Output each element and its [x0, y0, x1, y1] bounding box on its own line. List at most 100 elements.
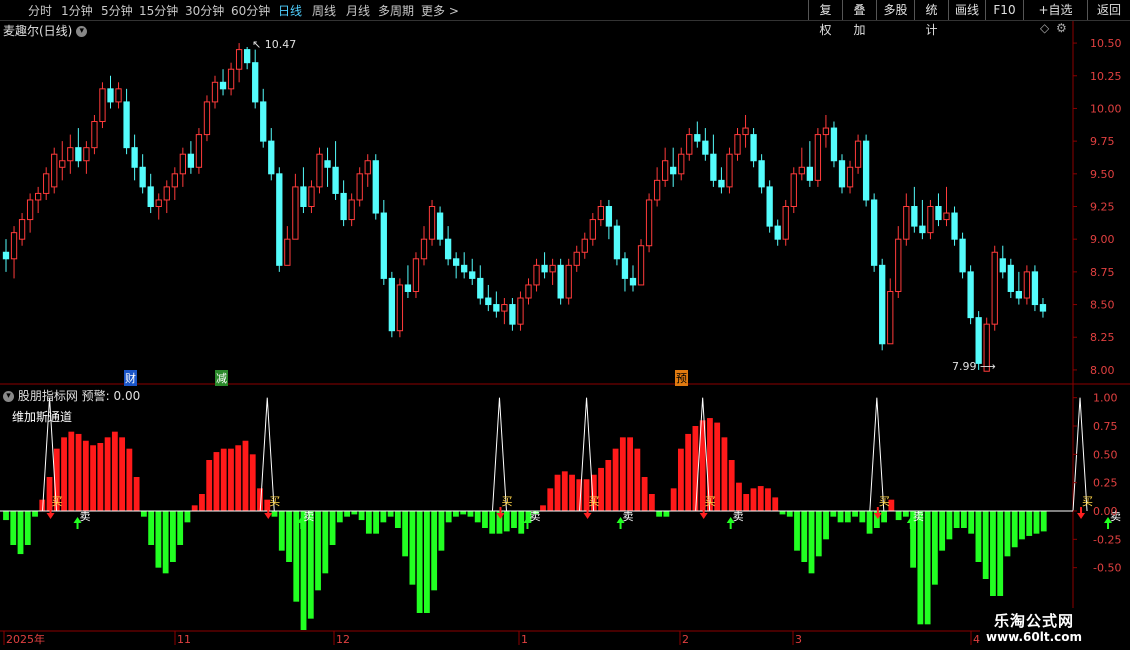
- toolbar-button-4[interactable]: 画线: [948, 0, 985, 20]
- histogram-bar: [685, 433, 692, 511]
- time-tick-label: 2025年: [6, 632, 45, 646]
- period-tab-10[interactable]: 更多 >: [421, 2, 459, 19]
- candle-body: [1039, 304, 1047, 312]
- period-tab-9[interactable]: 多周期: [378, 2, 414, 19]
- spike-line: [491, 397, 507, 512]
- period-tab-3[interactable]: 15分钟: [139, 2, 178, 19]
- histogram-bar: [852, 511, 858, 517]
- candle-body: [686, 134, 693, 155]
- histogram-bar: [612, 448, 619, 511]
- histogram-bar: [351, 511, 358, 515]
- time-tick-label: 2: [682, 633, 689, 646]
- histogram-bar: [736, 482, 742, 511]
- histogram-bar: [968, 511, 975, 534]
- candle-body: [67, 147, 74, 162]
- event-marker-reduce[interactable]: 减: [215, 370, 228, 386]
- toolbar-button-2[interactable]: 多股: [876, 0, 914, 20]
- candle-body: [862, 140, 870, 201]
- histogram-bar: [409, 511, 416, 585]
- candle-body: [734, 134, 741, 155]
- indicator-name[interactable]: 股朋指标网: [18, 389, 78, 403]
- candle-body: [798, 166, 805, 175]
- buy-label: 买: [589, 495, 600, 508]
- period-tab-8[interactable]: 月线: [346, 2, 370, 19]
- watermark-url: www.60lt.com: [986, 630, 1083, 644]
- candle-body: [493, 304, 500, 312]
- candle-body: [653, 179, 661, 201]
- histogram-bar: [1033, 511, 1040, 534]
- candle-body: [742, 127, 749, 136]
- sell-label: 卖: [733, 510, 744, 523]
- candle-body: [1007, 264, 1014, 292]
- histogram-bar: [866, 511, 873, 534]
- sell-label: 卖: [913, 510, 924, 523]
- toolbar-button-3[interactable]: 统计: [914, 0, 948, 37]
- spike-line: [869, 397, 885, 512]
- toolbar-button-7[interactable]: 返回: [1087, 0, 1130, 20]
- histogram-bar: [140, 511, 147, 517]
- histogram-bar: [794, 511, 800, 551]
- event-marker-forecast[interactable]: 预: [675, 370, 688, 386]
- histogram-bar: [641, 477, 648, 511]
- candle-body: [35, 192, 42, 201]
- histogram-bar: [416, 511, 423, 613]
- candle-body: [645, 199, 653, 247]
- candle-body: [332, 166, 339, 194]
- candle-body: [364, 160, 371, 175]
- histogram-bar: [772, 497, 779, 511]
- histogram-bar: [569, 474, 575, 511]
- time-tick-label: 3: [795, 633, 802, 646]
- chevron-down-icon[interactable]: ▾: [3, 391, 14, 402]
- histogram-bar: [249, 454, 256, 511]
- period-tab-0[interactable]: 分时: [28, 2, 52, 19]
- candle-body: [115, 88, 122, 103]
- chevron-down-icon[interactable]: ▾: [76, 26, 88, 37]
- histogram-bar: [278, 511, 285, 551]
- period-tab-7[interactable]: 周线: [312, 2, 336, 19]
- price-tick-label: 9.25: [1090, 201, 1115, 214]
- period-tab-6[interactable]: 日线: [278, 2, 302, 19]
- candle-body: [372, 160, 379, 214]
- candle-body: [436, 212, 444, 240]
- candle-body: [51, 153, 58, 188]
- histogram-bar: [823, 511, 829, 540]
- buy-label: 买: [1082, 495, 1093, 508]
- histogram-bar: [358, 511, 365, 521]
- histogram-bar: [365, 511, 372, 534]
- toolbar-button-5[interactable]: F10: [985, 0, 1023, 20]
- candle-body: [935, 206, 942, 221]
- histogram-bar: [627, 437, 633, 511]
- histogram-bar: [315, 511, 321, 591]
- histogram-bar: [656, 511, 663, 517]
- toolbar-button-0[interactable]: 复权: [808, 0, 842, 37]
- candle-body: [388, 277, 395, 332]
- candle-body: [187, 153, 195, 168]
- period-tab-5[interactable]: 60分钟: [231, 2, 270, 19]
- period-tab-2[interactable]: 5分钟: [101, 2, 133, 19]
- candle-body: [846, 166, 854, 188]
- histogram-bar: [3, 511, 9, 521]
- indicator-histogram: [0, 418, 1073, 630]
- histogram-bar: [815, 511, 822, 557]
- period-tab-4[interactable]: 30分钟: [185, 2, 224, 19]
- alert-value: 预警: 0.00: [81, 389, 141, 403]
- candle-body: [670, 166, 677, 175]
- candle-body: [613, 225, 621, 260]
- toolbar-button-6[interactable]: +自选: [1023, 0, 1087, 20]
- histogram-bar: [917, 511, 924, 625]
- candle-body: [879, 264, 886, 345]
- candle-body: [260, 101, 267, 142]
- period-tab-1[interactable]: 1分钟: [61, 2, 93, 19]
- histogram-bar: [82, 440, 89, 511]
- toolbar-button-1[interactable]: 叠加: [842, 0, 876, 37]
- histogram-bar: [438, 511, 445, 551]
- histogram-bar: [17, 511, 24, 555]
- buy-label: 买: [879, 495, 890, 508]
- histogram-bar: [482, 511, 488, 528]
- candle-body: [959, 238, 966, 273]
- settings-icon[interactable]: ⚙: [1056, 21, 1067, 35]
- low-price-marker: 7.99 ⟶: [952, 360, 996, 373]
- buy-label: 买: [705, 495, 716, 508]
- diamond-icon[interactable]: ◇: [1040, 21, 1049, 35]
- event-marker-finance[interactable]: 财: [124, 370, 137, 386]
